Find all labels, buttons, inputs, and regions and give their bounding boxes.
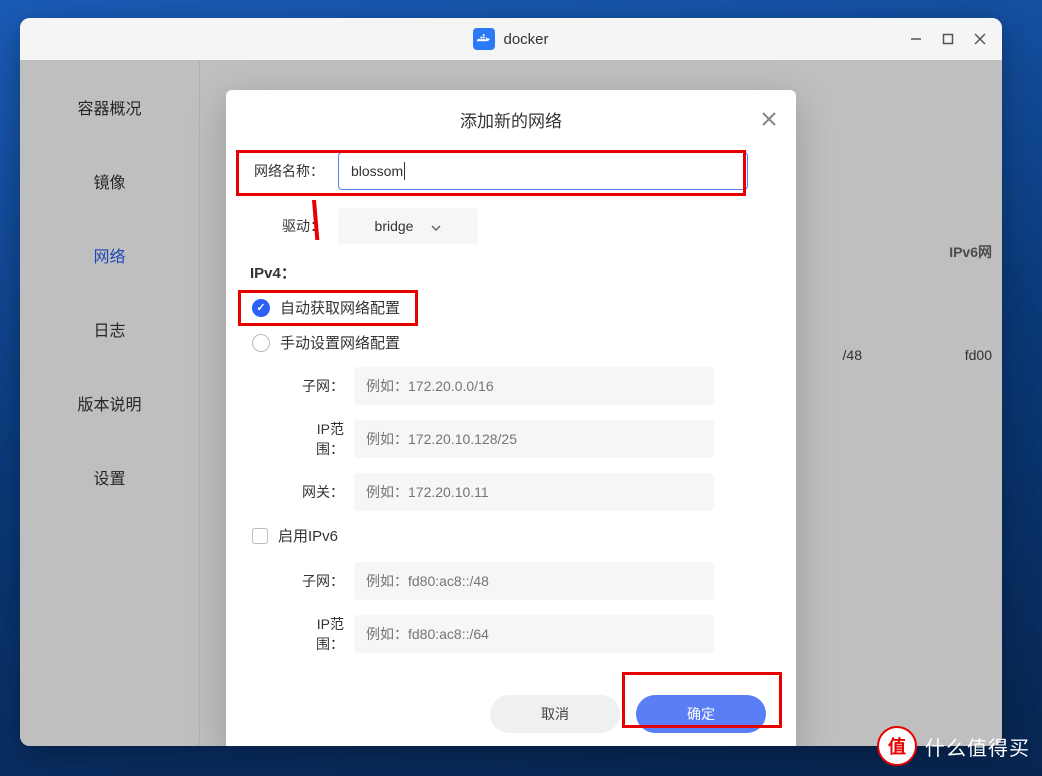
radio-auto-config[interactable]: 自动获取网络配置 [250,297,772,318]
close-button[interactable] [966,25,994,53]
gateway-label: 网关： [290,482,354,502]
gateway-input[interactable] [354,473,714,511]
modal-close-button[interactable] [758,108,780,130]
watermark: 值 什么值得买 [877,726,1030,766]
modal-title: 添加新的网络 [460,107,562,132]
watermark-text: 什么值得买 [925,732,1030,761]
radio-auto-label: 自动获取网络配置 [280,297,400,318]
ipv4-section-label: IPv4： [250,262,772,283]
network-name-value: blossom [351,163,403,179]
driver-select[interactable]: bridge [338,208,478,244]
enable-ipv6-label: 启用IPv6 [278,525,338,546]
app-window: docker 容器概况 镜像 网络 日志 版本说明 设置 IPv6网 /48 f… [20,18,1002,746]
iprange6-input[interactable] [354,615,714,653]
radio-manual-label: 手动设置网络配置 [280,332,400,353]
iprange-label: IP范围： [290,419,354,459]
minimize-button[interactable] [902,25,930,53]
network-name-label: 网络名称： [250,161,338,181]
maximize-button[interactable] [934,25,962,53]
checkbox-unchecked-icon [252,528,268,544]
subnet-input[interactable] [354,367,714,405]
iprange-input[interactable] [354,420,714,458]
subnet6-input[interactable] [354,562,714,600]
subnet-label: 子网： [290,376,354,396]
chevron-down-icon [431,218,441,234]
add-network-modal: 添加新的网络 网络名称： blossom 驱动： bridge [226,90,796,746]
subnet6-label: 子网： [290,571,354,591]
watermark-badge-icon: 值 [877,726,917,766]
cancel-button[interactable]: 取消 [490,695,620,733]
iprange6-label: IP范围： [290,614,354,654]
docker-logo-icon [473,28,495,50]
driver-label: 驱动： [250,216,338,236]
driver-value: bridge [375,218,414,234]
enable-ipv6-checkbox[interactable]: 启用IPv6 [250,525,772,546]
app-title: docker [503,31,548,48]
modal-overlay: 添加新的网络 网络名称： blossom 驱动： bridge [20,60,1002,746]
titlebar: docker [20,18,1002,60]
confirm-button[interactable]: 确定 [636,695,766,733]
radio-checked-icon [252,299,270,317]
radio-unchecked-icon [252,334,270,352]
network-name-input[interactable]: blossom [338,152,748,190]
radio-manual-config[interactable]: 手动设置网络配置 [250,332,772,353]
